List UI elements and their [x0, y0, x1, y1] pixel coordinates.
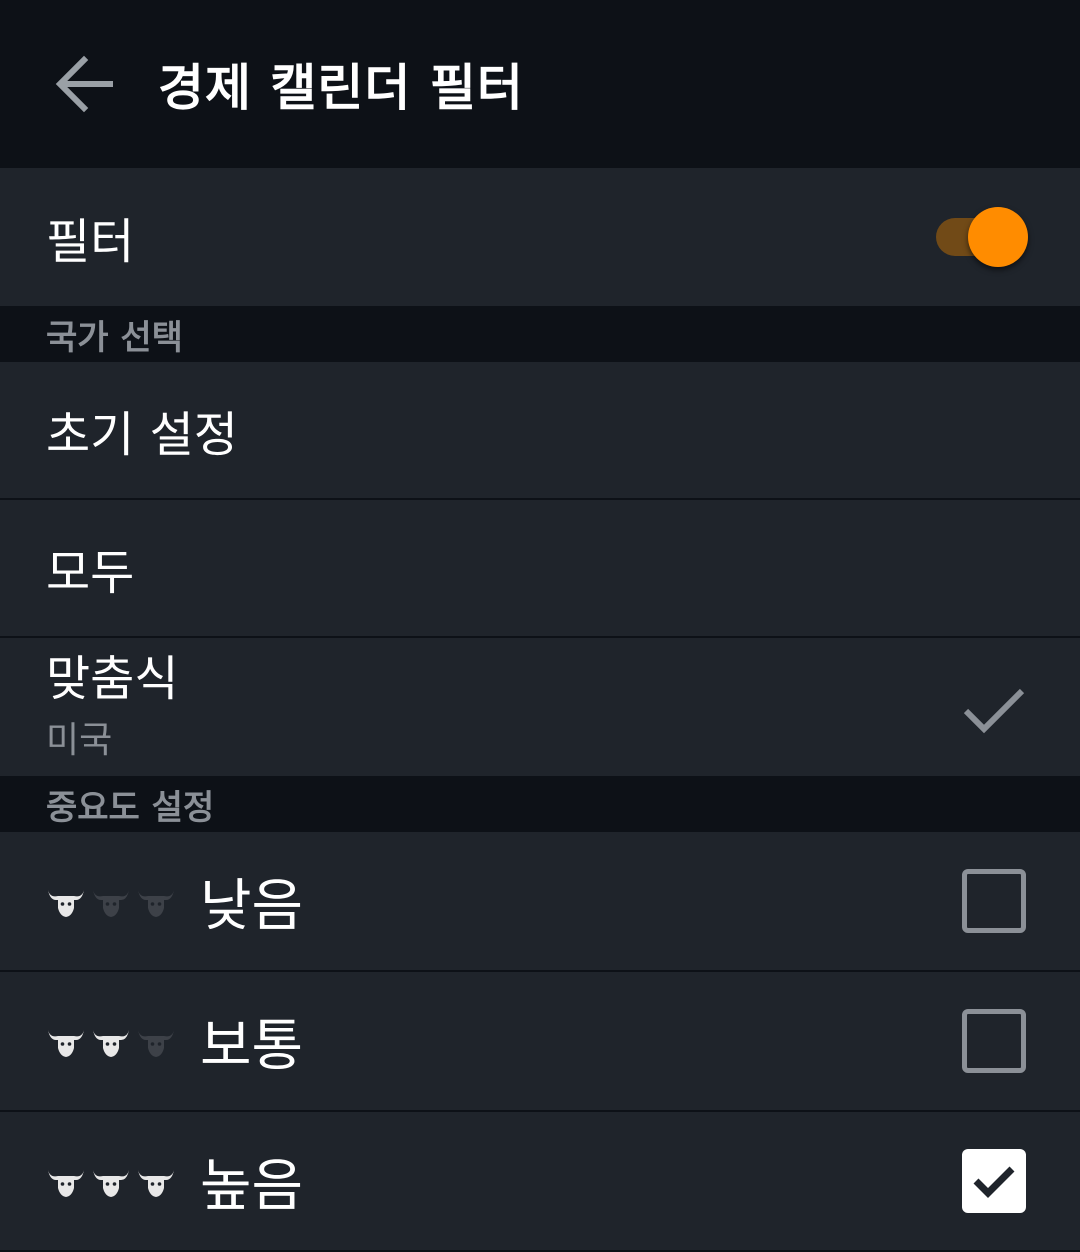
- page-title: 경제 캘린더 필터: [158, 59, 524, 117]
- custom-label: 맞춤식: [46, 651, 179, 707]
- country-section-header: 국가 선택: [0, 306, 1080, 362]
- importance-label: 보통: [200, 1013, 304, 1079]
- bull-rating: [46, 1024, 200, 1058]
- bull-icon: [91, 1164, 131, 1198]
- country-option-all[interactable]: 모두: [0, 500, 1080, 638]
- bull-icon: [46, 1024, 86, 1058]
- arrow-left-icon: [55, 55, 113, 113]
- bull-icon: [136, 1164, 176, 1198]
- bull-icon: [91, 884, 131, 918]
- importance-medium-checkbox[interactable]: [962, 1009, 1026, 1073]
- option-label: 모두: [46, 545, 135, 601]
- importance-high-checkbox[interactable]: [962, 1149, 1026, 1213]
- importance-label: 낮음: [200, 873, 304, 939]
- option-label: 초기 설정: [46, 407, 238, 463]
- app-bar: 경제 캘린더 필터: [0, 0, 1080, 168]
- custom-selected-countries: 미국: [46, 720, 113, 761]
- country-option-custom[interactable]: 맞춤식 미국: [0, 638, 1080, 776]
- bull-icon: [136, 884, 176, 918]
- bull-icon: [91, 1024, 131, 1058]
- importance-medium-row[interactable]: 보통: [0, 972, 1080, 1112]
- filter-toggle[interactable]: [932, 207, 1032, 267]
- bull-rating: [46, 884, 200, 918]
- back-button[interactable]: [52, 52, 116, 116]
- importance-low-row[interactable]: 낮음: [0, 832, 1080, 972]
- importance-section-header: 중요도 설정: [0, 776, 1080, 832]
- bull-rating: [46, 1164, 200, 1198]
- toggle-thumb: [968, 207, 1028, 267]
- bull-icon: [46, 884, 86, 918]
- country-option-default[interactable]: 초기 설정: [0, 362, 1080, 500]
- check-icon: [963, 688, 1025, 734]
- bull-icon: [136, 1024, 176, 1058]
- bull-icon: [46, 1164, 86, 1198]
- filter-row[interactable]: 필터: [0, 168, 1080, 306]
- importance-label: 높음: [200, 1153, 304, 1219]
- filter-label: 필터: [46, 214, 135, 270]
- check-icon: [973, 1166, 1015, 1198]
- importance-high-row[interactable]: 높음: [0, 1112, 1080, 1252]
- importance-low-checkbox[interactable]: [962, 869, 1026, 933]
